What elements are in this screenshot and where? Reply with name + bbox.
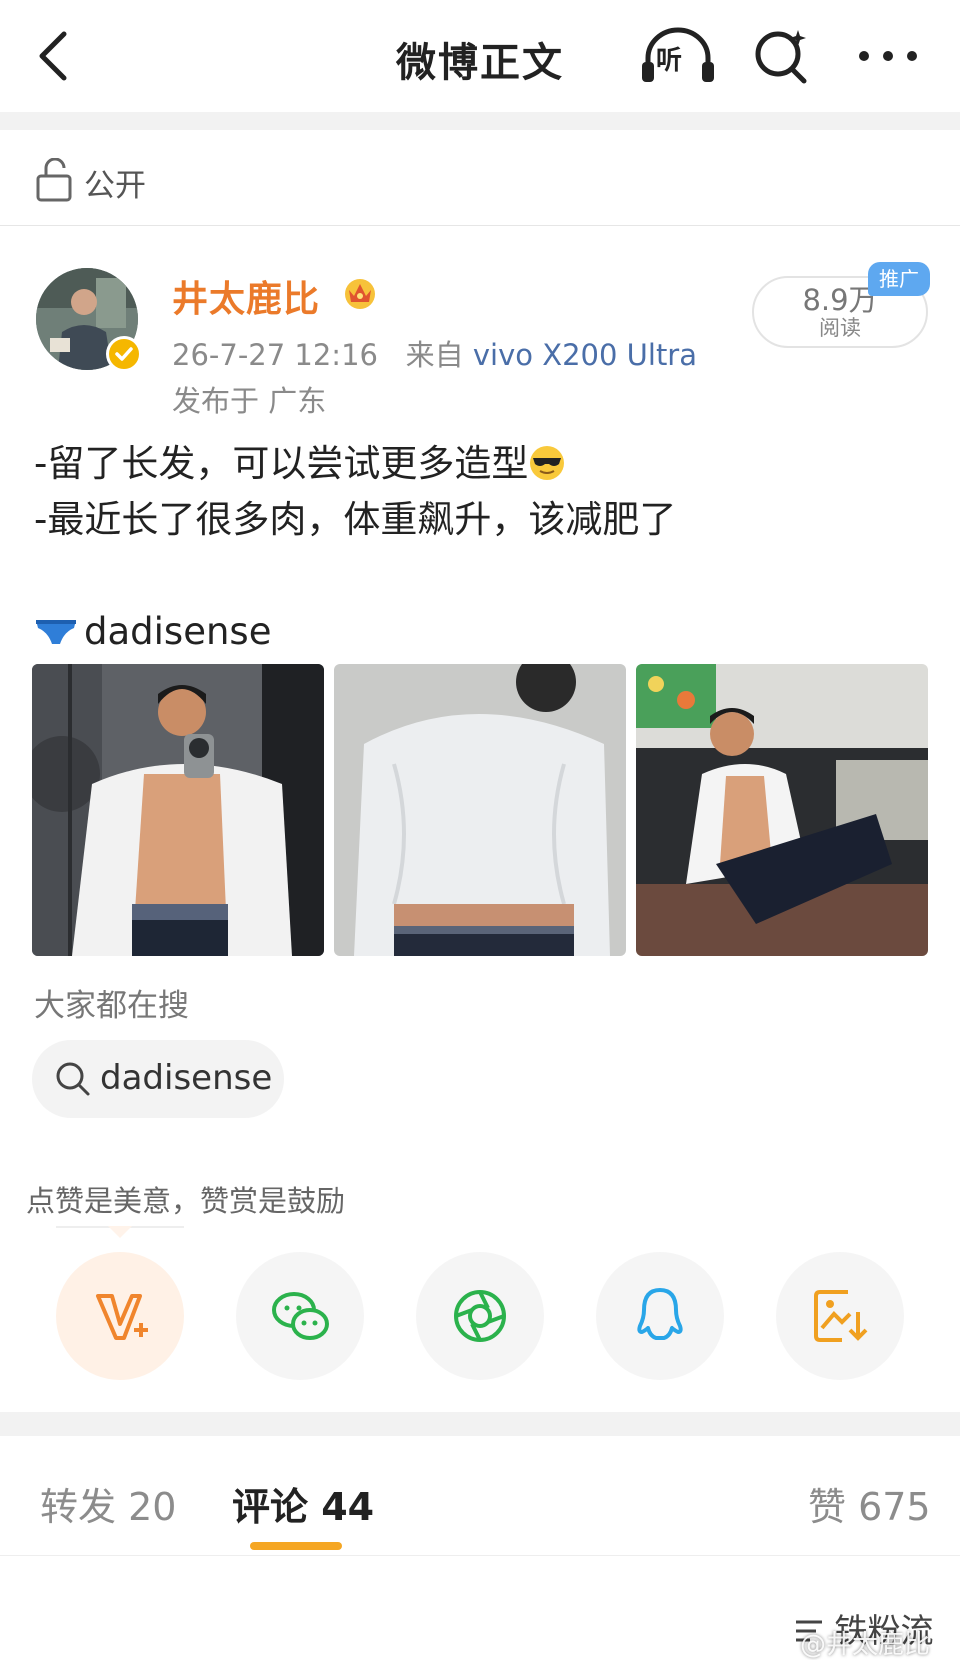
author-name[interactable]: 井太鹿比 [172,270,320,322]
reward-tip: 点赞是美意，赞赏是鼓励 [26,1184,346,1218]
top-nav-bar: 微博正文 听 [0,0,960,112]
post-timestamp: 26-7-27 12:16 [172,338,378,372]
tab-likes[interactable]: 赞 675 [808,1476,931,1531]
watermark: @井太鹿比 [800,1630,931,1660]
more-options-icon[interactable] [856,36,920,76]
moments-icon [454,1290,506,1342]
reads-label: 阅读 [819,316,861,340]
save-image-icon [814,1290,868,1342]
sunglasses-emoji-icon [530,446,565,480]
tip-pointer [108,1226,132,1238]
post-photo-2[interactable] [334,664,626,956]
post-photo-3[interactable] [636,664,928,956]
verified-badge-icon [106,336,142,372]
brand-tag[interactable]: dadisense [34,606,271,656]
wechat-icon [272,1292,329,1340]
visibility-label: 公开 [84,168,146,204]
section-divider [0,112,960,130]
unlock-icon [36,158,72,202]
interaction-tabs: 转发 20 评论 44 赞 675 [0,1436,960,1556]
brand-tag-label: dadisense [84,609,272,653]
post-meta: 26-7-27 12:16 来自 vivo X200 Ultra [172,332,697,374]
search-icon[interactable] [752,26,812,86]
share-moments-button[interactable] [416,1252,544,1380]
post-location: 发布于 广东 [172,384,327,418]
share-qq-button[interactable] [596,1252,724,1380]
tab-comments[interactable]: 评论 44 [232,1476,374,1531]
search-chip-label: dadisense [100,1058,273,1098]
qq-icon [637,1288,683,1340]
save-image-button[interactable] [776,1252,904,1380]
active-tab-indicator [250,1542,342,1550]
reward-v-icon [96,1294,148,1340]
trending-search-label: 大家都在搜 [34,988,189,1024]
search-icon [56,1062,90,1096]
tab-repost[interactable]: 转发 20 [40,1476,176,1531]
post-content: -留了长发，可以尝试更多造型 -最近长了很多肉，体重飙升，该减肥了 [34,436,934,548]
page-title: 微博正文 [396,40,564,86]
promote-badge[interactable]: 推广 [868,262,930,296]
post-text-line-1: -留了长发，可以尝试更多造型 [34,442,529,485]
briefs-icon [36,620,76,644]
section-divider [0,1412,960,1436]
listen-icon[interactable]: 听 [640,26,716,86]
listen-label: 听 [656,46,683,76]
reward-button[interactable] [56,1252,184,1380]
vip-crown-icon [345,279,375,309]
source-prefix: 来自 [405,338,464,372]
post-text-line-2: -最近长了很多肉，体重飙升，该减肥了 [34,498,677,541]
search-chip[interactable]: dadisense [32,1040,284,1118]
visibility-row: 公开 [0,130,960,226]
post-photo-1[interactable] [32,664,324,956]
share-wechat-button[interactable] [236,1252,364,1380]
device-link[interactable]: vivo X200 Ultra [473,338,697,372]
